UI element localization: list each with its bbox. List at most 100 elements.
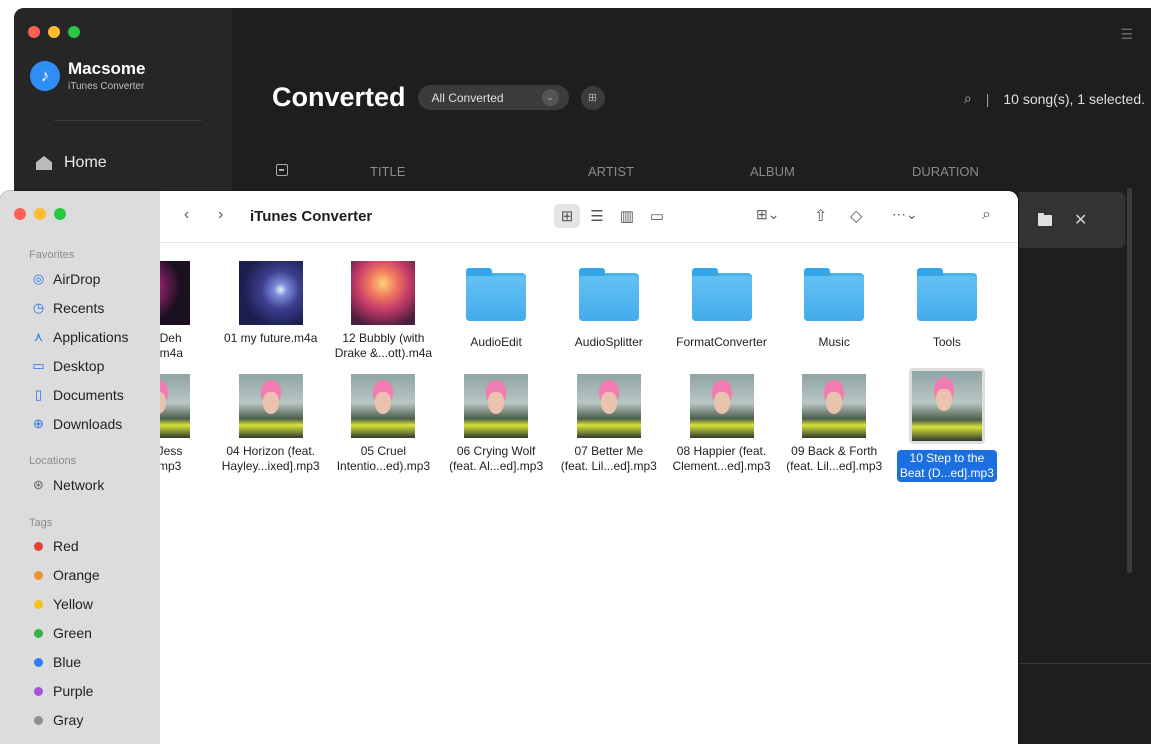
- menu-icon[interactable]: ☰: [1120, 26, 1133, 43]
- file-item[interactable]: 07 Better Me (feat. Lil...ed].mp3: [554, 374, 664, 474]
- sidebar-item-downloads[interactable]: ⊕ Downloads: [32, 414, 122, 434]
- desktop-icon: ▭: [32, 358, 45, 373]
- back-icon[interactable]: ‹: [184, 206, 189, 224]
- column-title[interactable]: TITLE: [370, 164, 405, 179]
- minimize-window-button[interactable]: [48, 26, 60, 38]
- tag-orange[interactable]: Orange: [32, 565, 100, 585]
- sidebar-item-home[interactable]: Home: [36, 154, 107, 172]
- document-icon: ▯: [34, 387, 43, 402]
- folder-item[interactable]: AudioSplitter: [554, 261, 664, 350]
- file-name-line-2: Beat (D...ed].mp3: [899, 466, 994, 480]
- search-icon[interactable]: ⌕: [964, 90, 972, 107]
- sidebar-item-recents[interactable]: ◷ Recents: [32, 298, 105, 318]
- filter-dropdown[interactable]: All Converted ⌄: [417, 85, 569, 110]
- sidebar-item-label: Recents: [53, 300, 105, 316]
- file-name-line-1: 01 my future.m4a: [224, 331, 318, 345]
- zoom-window-button[interactable]: [68, 26, 80, 38]
- home-icon: [36, 156, 52, 170]
- close-window-button[interactable]: [28, 26, 40, 38]
- tag-label: Orange: [53, 567, 100, 583]
- tag-color-dot: [32, 568, 45, 583]
- file-item[interactable]: 10 Step to the Beat (D...ed].mp3: [892, 368, 1002, 482]
- album-art-thumbnail: [351, 374, 416, 438]
- file-name: own Deh...ul).m4a: [160, 331, 183, 361]
- file-name: 07 Better Me (feat. Lil...ed].mp3: [561, 444, 657, 474]
- column-view-icon[interactable]: ▥: [614, 204, 640, 228]
- column-album[interactable]: ALBUM: [750, 164, 795, 179]
- file-name-line-1: AudioSplitter: [574, 335, 643, 349]
- gallery-view-icon[interactable]: ▭: [644, 204, 670, 228]
- column-duration[interactable]: DURATION: [912, 164, 979, 179]
- forward-icon[interactable]: ›: [218, 206, 223, 224]
- app-logo-icon: ♪: [30, 61, 60, 91]
- file-item[interactable]: 05 Cruel Intentio...ed).mp3: [328, 374, 438, 474]
- select-all-checkbox[interactable]: [276, 164, 288, 176]
- open-folder-icon[interactable]: [1038, 212, 1052, 226]
- search-icon[interactable]: ⌕: [982, 206, 991, 224]
- album-art-thumbnail: [351, 261, 416, 325]
- file-item[interactable]: 08 Happier (feat. Clement...ed].mp3: [667, 374, 777, 474]
- file-name-line-1: AudioEdit: [470, 335, 522, 349]
- file-name: 08 Happier (feat. Clement...ed].mp3: [672, 444, 770, 474]
- file-item[interactable]: own Deh...ul).m4a: [160, 261, 213, 361]
- tag-blue[interactable]: Blue: [32, 652, 81, 672]
- tag-color-dot: [32, 597, 45, 612]
- file-name: 06 Crying Wolf (feat. Al...ed].mp3: [449, 444, 543, 474]
- folder-icon: [916, 268, 977, 321]
- folder-item[interactable]: FormatConverter: [667, 261, 777, 350]
- file-name-line-2: (feat. Lil...ed].mp3: [786, 459, 883, 473]
- tag-yellow[interactable]: Yellow: [32, 594, 93, 614]
- tag-gray[interactable]: Gray: [32, 710, 83, 730]
- sidebar-item-documents[interactable]: ▯ Documents: [32, 385, 124, 405]
- table-header: TITLE ARTIST ALBUM DURATION: [276, 164, 1136, 184]
- icon-view-icon[interactable]: ⊞: [554, 204, 580, 228]
- file-item[interactable]: 06 Crying Wolf (feat. Al...ed].mp3: [441, 374, 551, 474]
- cover-art-image: [464, 374, 529, 438]
- share-icon[interactable]: ⇧: [814, 206, 827, 226]
- sidebar-item-airdrop[interactable]: ◎ AirDrop: [32, 269, 101, 289]
- file-name-line-2: ...ul).m4a: [160, 346, 183, 360]
- file-item[interactable]: 09 Back & Forth (feat. Lil...ed].mp3: [779, 374, 889, 474]
- list-view-icon[interactable]: ☰: [584, 204, 610, 228]
- tag-green[interactable]: Green: [32, 623, 92, 643]
- sidebar-item-network[interactable]: ⊛ Network: [32, 475, 104, 495]
- remove-icon[interactable]: ✕: [1074, 210, 1087, 230]
- tag-icon[interactable]: ◇: [850, 206, 862, 226]
- file-item[interactable]: rom Jess...d].mp3: [160, 374, 213, 474]
- file-name-line-1: FormatConverter: [676, 335, 767, 349]
- album-art-thumbnail: [689, 374, 754, 438]
- album-art-thumbnail: [238, 261, 303, 325]
- tag-label: Red: [53, 538, 79, 554]
- folder-item[interactable]: Music: [779, 261, 889, 350]
- file-name-line-2: Intentio...ed).mp3: [336, 459, 431, 473]
- file-name-line-1: 06 Crying Wolf: [456, 444, 536, 458]
- scrollbar[interactable]: [1127, 188, 1132, 573]
- tag-dot-icon: [34, 628, 43, 638]
- file-name-line-1: 07 Better Me: [574, 444, 644, 458]
- tags-header: Tags: [29, 517, 53, 529]
- file-item[interactable]: 04 Horizon (feat. Hayley...ixed].mp3: [216, 374, 326, 474]
- network-icon: ⊛: [33, 477, 44, 492]
- column-artist[interactable]: ARTIST: [588, 164, 634, 179]
- grid-view-button[interactable]: ⊞: [580, 85, 605, 110]
- brand-subtitle: iTunes Converter: [68, 81, 145, 92]
- more-actions-icon[interactable]: ⋯⌄: [892, 206, 918, 223]
- clock-icon: ◷: [32, 300, 45, 315]
- file-item[interactable]: 12 Bubbly (with Drake &...ott).m4a: [328, 261, 438, 361]
- group-by-icon[interactable]: ⊞⌄: [756, 206, 779, 223]
- file-name: 01 my future.m4a: [224, 331, 317, 346]
- folder-item[interactable]: AudioEdit: [441, 261, 551, 350]
- minimize-window-button[interactable]: [34, 208, 46, 220]
- tag-purple[interactable]: Purple: [32, 681, 93, 701]
- sidebar-item-label: Home: [64, 154, 107, 171]
- folder-item[interactable]: Tools: [892, 261, 1002, 350]
- tag-red[interactable]: Red: [32, 536, 79, 556]
- tag-dot-icon: [34, 686, 43, 696]
- file-item[interactable]: 01 my future.m4a: [216, 261, 326, 346]
- zoom-window-button[interactable]: [54, 208, 66, 220]
- sidebar-item-desktop[interactable]: ▭ Desktop: [32, 356, 104, 376]
- file-name: Tools: [933, 335, 961, 350]
- sidebar-item-applications[interactable]: ⋏ Applications: [32, 327, 129, 347]
- close-window-button[interactable]: [14, 208, 26, 220]
- sidebar-item-label: Documents: [53, 387, 124, 403]
